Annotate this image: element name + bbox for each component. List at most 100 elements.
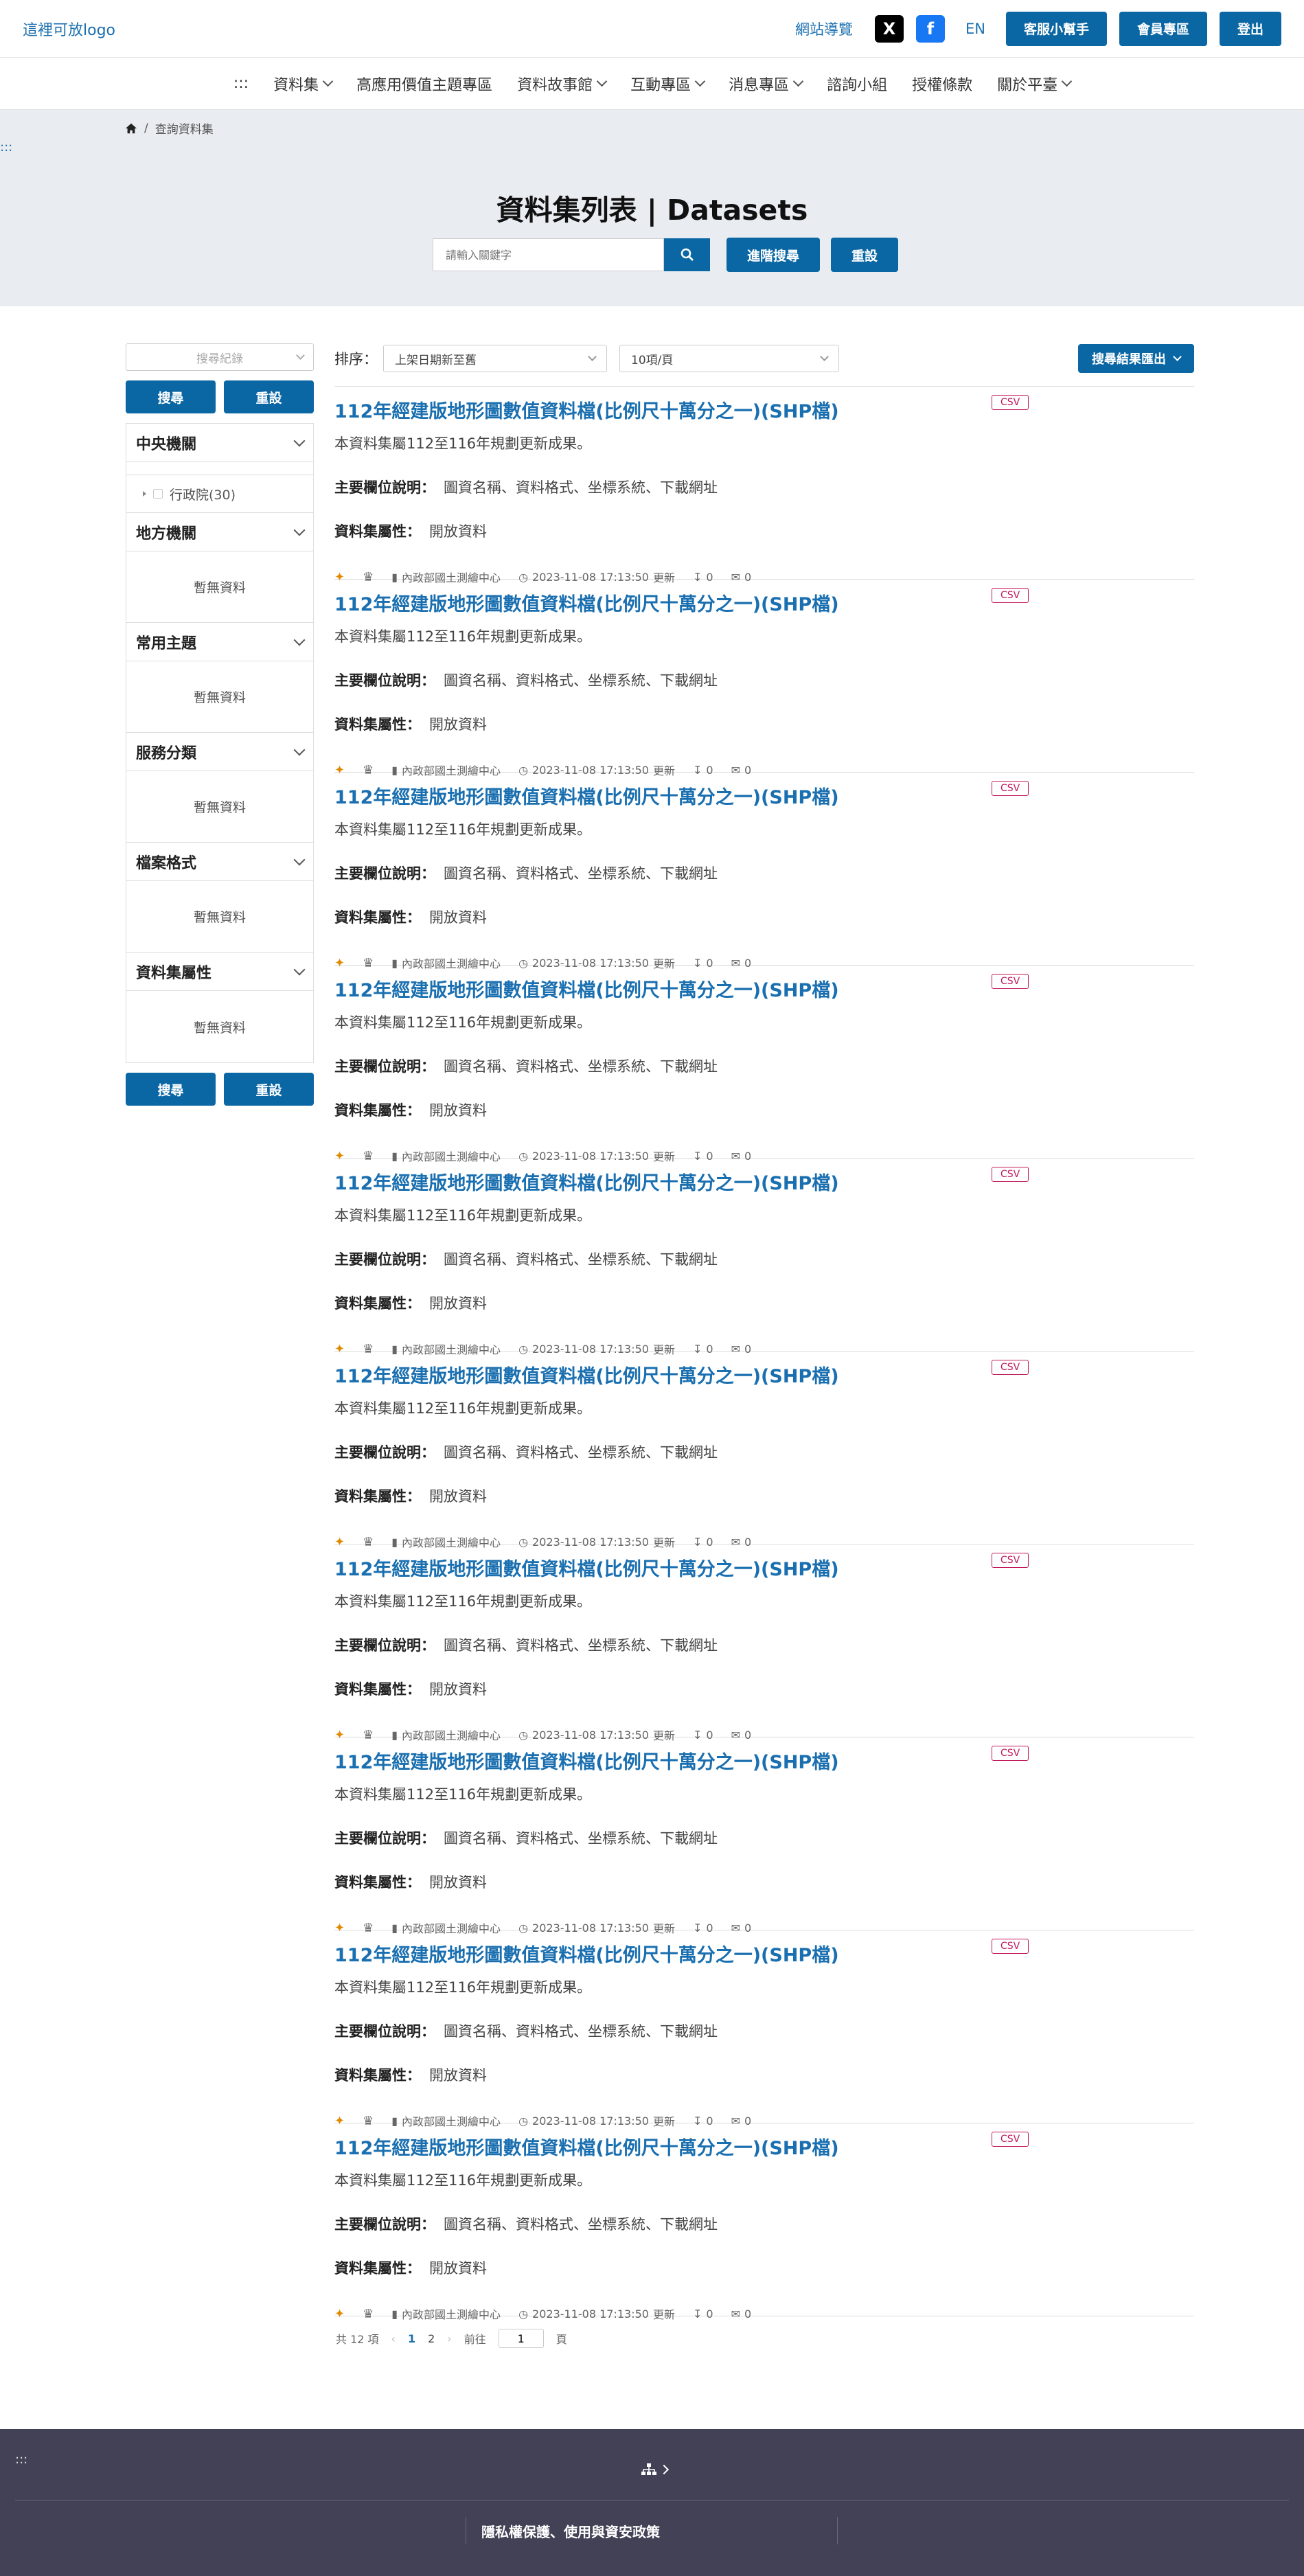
sitemap-link[interactable]: 網站導覽 [795,19,853,39]
page-link[interactable]: 2 [428,2332,435,2345]
facet-header[interactable]: 檔案格式 [126,843,313,881]
comment-meta: ✉ 0 [731,2307,752,2321]
facet-header[interactable]: 服務分類 [126,733,313,771]
language-switch[interactable]: EN [965,21,985,37]
advanced-search-button[interactable]: 進階搜尋 [727,238,821,272]
facet-title: 中央機關 [136,435,197,453]
logout-button[interactable]: 登出 [1219,11,1281,46]
sidebar-search-button[interactable]: 搜尋 [126,1073,216,1106]
attribute-label: 資料集屬性： [334,523,421,540]
dataset-list: 112年經建版地形圖數值資料檔(比例尺十萬分之一)(SHP檔) CSV 本資料集屬1… [334,386,1194,2321]
x-social-icon[interactable]: X [874,14,904,43]
page-size-select[interactable]: 10項/頁 [619,345,839,372]
dataset-attribute: 資料集屬性： 開放資料 [334,2257,1194,2278]
dataset-title-link[interactable]: 112年經建版地形圖數值資料檔(比例尺十萬分之一)(SHP檔) [334,1361,1194,1388]
facet-central-agency: 中央機關 行政院(30) [126,424,313,513]
nav-item-advisory[interactable]: 諮詢小組 [827,73,887,95]
format-badge[interactable]: CSV [992,1746,1029,1761]
format-badge[interactable]: CSV [992,1553,1029,1568]
export-label: 搜尋結果匯出 [1092,352,1166,367]
facet-header[interactable]: 常用主題 [126,623,313,661]
format-badge[interactable]: CSV [992,1939,1029,1954]
sidebar-search-button[interactable]: 搜尋 [126,380,216,413]
dataset-title-link[interactable]: 112年經建版地形圖數值資料檔(比例尺十萬分之一)(SHP檔) [334,975,1194,1002]
expand-arrow-icon[interactable] [143,491,146,497]
facet-empty: 暫無資料 [193,1020,246,1036]
goto-label: 前往 [464,2333,486,2346]
nav-item-datasets[interactable]: 資料集 [273,73,334,95]
search-history-select[interactable]: 搜尋紀錄 [126,343,314,371]
search-button[interactable] [664,238,710,271]
nav-item-stories[interactable]: 資料故事館 [517,73,608,95]
footer-sitemap-toggle[interactable] [641,2463,670,2476]
dataset-title-link[interactable]: 112年經建版地形圖數值資料檔(比例尺十萬分之一)(SHP檔) [334,1168,1194,1195]
format-badge[interactable]: CSV [992,2132,1029,2147]
nav-item-label: 消息專區 [729,76,790,94]
dataset-title-link[interactable]: 112年經建版地形圖數值資料檔(比例尺十萬分之一)(SHP檔) [334,2133,1194,2160]
chevron-down-icon [293,435,306,446]
sidebar-reset-button[interactable]: 重設 [224,1073,314,1106]
sidebar-reset-button[interactable]: 重設 [224,380,314,413]
content-access-key[interactable]: ::: [0,140,12,155]
site-logo[interactable]: 這裡可放logo [23,18,115,40]
dataset-title-link[interactable]: 112年經建版地形圖數值資料檔(比例尺十萬分之一)(SHP檔) [334,1940,1194,1967]
facet-header[interactable]: 地方機關 [126,513,313,551]
format-badge[interactable]: CSV [992,588,1029,603]
org-name: 內政部國土測繪中心 [402,2308,501,2321]
goto-page-input[interactable] [498,2329,544,2348]
dataset-attribute: 資料集屬性： 開放資料 [334,2064,1194,2085]
comment-count: 0 [744,2307,752,2321]
format-badge[interactable]: CSV [992,974,1029,989]
facet-checkbox[interactable] [153,489,163,499]
nav-item-news[interactable]: 消息專區 [729,73,804,95]
keyword-search-input[interactable] [433,238,664,271]
page-link[interactable]: 1 [408,2332,415,2345]
hero-reset-button[interactable]: 重設 [831,238,899,272]
nav-item-label: 關於平臺 [997,76,1058,94]
sort-select[interactable]: 上架日期新至舊 [383,345,607,372]
nav-item-label: 諮詢小組 [827,76,888,94]
dataset-description: 本資料集屬112至116年規劃更新成果。 [334,435,592,452]
format-badge[interactable]: CSV [992,1167,1029,1182]
dataset-item: 112年經建版地形圖數值資料檔(比例尺十萬分之一)(SHP檔) CSV 本資料集屬1… [334,1737,1194,1935]
dataset-title-link[interactable]: 112年經建版地形圖數值資料檔(比例尺十萬分之一)(SHP檔) [334,782,1194,809]
nav-item-license[interactable]: 授權條款 [912,73,972,95]
next-page-icon[interactable]: › [447,2332,451,2345]
dataset-title-link[interactable]: 112年經建版地形圖數值資料檔(比例尺十萬分之一)(SHP檔) [334,589,1194,616]
fields-value: 圖資名稱、資料格式、坐標系統、下載網址 [444,1830,718,1847]
facebook-icon[interactable]: f [915,14,945,43]
member-button[interactable]: 會員專區 [1119,11,1207,46]
dataset-title-link[interactable]: 112年經建版地形圖數值資料檔(比例尺十萬分之一)(SHP檔) [334,1554,1194,1581]
attribute-value: 開放資料 [429,2067,487,2084]
page-size-value: 10項/頁 [631,353,674,367]
dataset-title-link[interactable]: 112年經建版地形圖數值資料檔(比例尺十萬分之一)(SHP檔) [334,396,1194,423]
fields-label: 主要欄位說明： [334,479,435,496]
prev-page-icon[interactable]: ‹ [391,2332,396,2345]
chevron-down-icon [293,744,306,755]
nav-access-key[interactable]: ::: [233,75,249,92]
helper-button[interactable]: 客服小幫手 [1005,11,1107,46]
format-badge[interactable]: CSV [992,781,1029,796]
format-badge[interactable]: CSV [992,395,1029,410]
facet-header[interactable]: 資料集屬性 [126,953,313,991]
privacy-policy-link[interactable]: 隱私權保護、使用與資安政策 [481,2521,660,2541]
fields-value: 圖資名稱、資料格式、坐標系統、下載網址 [444,672,718,689]
facet-option[interactable]: 行政院(30) [126,475,313,513]
export-results-button[interactable]: 搜尋結果匯出 [1078,344,1194,373]
dataset-title-link[interactable]: 112年經建版地形圖數值資料檔(比例尺十萬分之一)(SHP檔) [334,1747,1194,1774]
nav-item-high-value[interactable]: 高應用價值主題專區 [356,73,492,95]
format-badge[interactable]: CSV [992,1360,1029,1375]
nav-item-interactive[interactable]: 互動專區 [630,73,706,95]
facet-header[interactable]: 中央機關 [126,424,313,462]
chevron-down-icon [293,854,306,865]
breadcrumb-current: 查詢資料集 [155,123,214,137]
nav-item-about[interactable]: 關於平臺 [997,73,1073,95]
dataset-item: 112年經建版地形圖數值資料檔(比例尺十萬分之一)(SHP檔) CSV 本資料集屬1… [334,966,1194,1163]
chevron-down-icon [293,634,306,646]
home-icon[interactable] [125,122,137,135]
chevron-down-icon [792,76,804,87]
fields-label: 主要欄位說明： [334,2023,435,2040]
footer-access-key[interactable]: ::: [15,2452,27,2467]
dataset-description: 本資料集屬112至116年規劃更新成果。 [334,1207,592,1224]
dataset-fields: 主要欄位說明： 圖資名稱、資料格式、坐標系統、下載網址 [334,2020,1194,2041]
